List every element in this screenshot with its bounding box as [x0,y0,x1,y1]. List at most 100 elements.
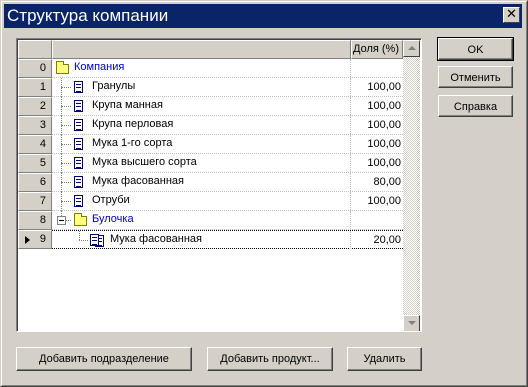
grid-corner-cell [18,40,52,59]
row-number: 1 [39,81,46,93]
name-cell[interactable]: Мука 1-го сорта [52,135,351,154]
add-division-button[interactable]: Добавить подразделение [16,347,192,371]
table-row[interactable]: Крупа перловая 100,00 [52,116,403,135]
name-cell[interactable]: Крупа манная [52,97,351,116]
document-icon [74,176,83,188]
share-value[interactable]: 80,00 [351,173,401,191]
title-bar[interactable]: Структура компании ✕ [4,4,522,28]
company-structure-grid[interactable]: Доля (%) 0 Компания 1 Гранулы 100,00 2 Крупа м… [16,38,422,332]
share-value[interactable]: 100,00 [351,192,401,210]
document-icon [74,100,83,112]
item-name: Крупа манная [92,99,163,111]
row-indicator[interactable]: 4 [18,135,52,154]
tree-line [61,87,71,88]
row-number: 0 [39,62,46,74]
name-cell[interactable]: Отруби [52,192,351,211]
arrow-up-icon [408,46,416,50]
row-indicator[interactable]: 7 [18,192,52,211]
table-row[interactable]: Мука высшего сорта 100,00 [52,154,403,173]
name-cell[interactable]: Компания [52,59,351,77]
tree-line [61,163,71,164]
help-button-label: Справка [453,101,498,113]
item-name: Отруби [92,194,130,206]
tree-line [79,240,88,241]
close-button[interactable]: ✕ [503,7,520,23]
close-icon: ✕ [506,7,517,22]
item-name: Компания [74,61,125,73]
table-row[interactable]: Булочка [52,211,403,230]
row-indicator[interactable]: 6 [18,173,52,192]
add-product-button[interactable]: Добавить продукт... [207,347,333,371]
ok-button[interactable]: OK [437,37,514,61]
documents-icon [90,234,99,246]
table-row[interactable]: Отруби 100,00 [52,192,403,211]
row-number: 4 [39,138,46,150]
ok-button-label: OK [467,44,484,56]
share-value[interactable]: 100,00 [351,97,401,115]
row-indicator[interactable]: 5 [18,154,52,173]
document-icon [74,157,83,169]
name-cell[interactable]: Мука фасованная [52,173,351,192]
share-value[interactable]: 100,00 [351,116,401,134]
table-row[interactable]: Компания [52,59,403,78]
row-number: 7 [39,195,46,207]
help-button[interactable]: Справка [438,95,513,117]
row-number: 9 [39,233,46,245]
item-name: Булочка [92,213,134,225]
name-cell[interactable]: Булочка [52,211,351,229]
tree-line [79,231,80,240]
scroll-down-button[interactable] [403,315,420,331]
tree-line [61,144,71,145]
folder-icon [56,61,69,74]
name-cell[interactable]: Мука фасованная [52,231,351,249]
row-number: 6 [39,176,46,188]
row-number: 2 [39,100,46,112]
column-header-share[interactable]: Доля (%) [351,40,403,59]
window-title: Структура компании [7,6,169,25]
name-cell[interactable]: Гранулы [52,78,351,97]
vertical-scrollbar[interactable] [403,40,420,331]
share-value[interactable] [351,211,401,229]
tree-line [61,125,71,126]
current-row-arrow-icon [25,236,30,244]
table-row[interactable]: Мука фасованная 20,00 [52,230,403,249]
arrow-down-icon [408,321,416,325]
column-header-name[interactable] [52,40,351,59]
table-row[interactable]: Крупа манная 100,00 [52,97,403,116]
name-cell[interactable]: Мука высшего сорта [52,154,351,173]
share-value[interactable]: 20,00 [351,231,401,249]
row-indicator[interactable]: 2 [18,97,52,116]
add-division-label: Добавить подразделение [39,353,169,365]
table-row[interactable]: Мука 1-го сорта 100,00 [52,135,403,154]
document-icon [74,195,83,207]
dialog-window: Структура компании ✕ Доля (%) 0 Компания 1… [0,0,528,387]
row-indicator[interactable]: 9 [18,230,52,249]
add-product-label: Добавить продукт... [220,353,320,365]
item-name: Мука 1-го сорта [92,137,173,149]
folder-open-icon [74,213,87,226]
share-value[interactable]: 100,00 [351,135,401,153]
row-indicator[interactable]: 0 [18,59,52,78]
row-indicator[interactable]: 3 [18,116,52,135]
item-name: Гранулы [92,80,136,92]
row-indicator[interactable]: 8 [18,211,52,230]
share-value[interactable]: 100,00 [351,154,401,172]
name-cell[interactable]: Крупа перловая [52,116,351,135]
collapse-icon[interactable] [57,216,66,225]
delete-label: Удалить [363,353,406,365]
row-number: 8 [39,214,46,226]
table-row[interactable]: Гранулы 100,00 [52,78,403,97]
scroll-up-button[interactable] [403,40,420,57]
share-value[interactable] [351,59,401,77]
document-icon [74,138,83,150]
share-value[interactable]: 100,00 [351,78,401,96]
cancel-button[interactable]: Отменить [438,66,513,88]
row-indicator[interactable]: 1 [18,78,52,97]
table-row[interactable]: Мука фасованная 80,00 [52,173,403,192]
cancel-button-label: Отменить [450,72,501,84]
item-name: Мука высшего сорта [92,156,197,168]
item-name: Крупа перловая [92,118,174,130]
tree-line [61,182,71,183]
delete-button[interactable]: Удалить [347,347,422,371]
item-name: Мука фасованная [110,233,202,245]
